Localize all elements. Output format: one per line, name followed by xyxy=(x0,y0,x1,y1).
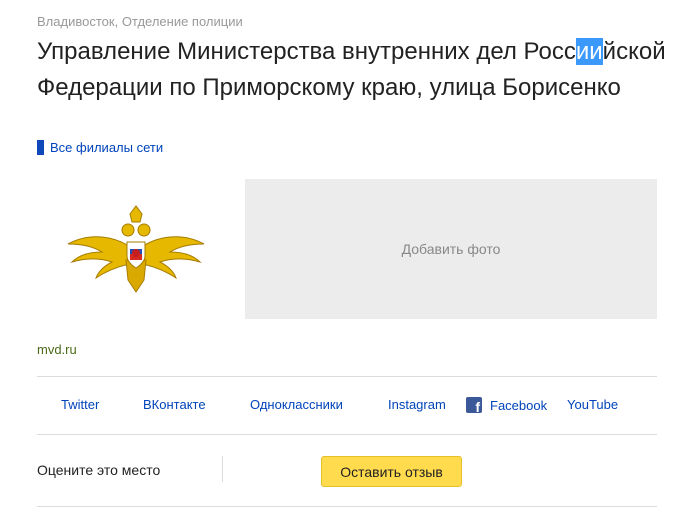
divider-top xyxy=(37,376,657,377)
breadcrumb-city[interactable]: Владивосток xyxy=(37,14,115,29)
social-link-twitter[interactable]: Twitter xyxy=(61,397,99,412)
facebook-icon xyxy=(466,397,482,415)
all-branches-link[interactable]: Все филиалы сети xyxy=(50,140,163,155)
social-link-youtube[interactable]: YouTube xyxy=(567,397,618,412)
branches-marker-icon xyxy=(37,140,44,155)
social-links-row: Twitter ВКонтакте Одноклассники Instagra… xyxy=(0,397,689,417)
social-link-instagram[interactable]: Instagram xyxy=(388,397,446,412)
social-link-vkontakte[interactable]: ВКонтакте xyxy=(143,397,206,412)
title-selected-text: ии xyxy=(575,38,603,65)
organization-logo xyxy=(60,200,212,296)
add-photo-label: Добавить фото xyxy=(401,241,501,257)
divider-middle xyxy=(37,434,657,435)
website-link[interactable]: mvd.ru xyxy=(37,342,77,357)
social-link-facebook[interactable]: Facebook xyxy=(466,397,548,415)
all-branches-link-row[interactable]: Все филиалы сети xyxy=(37,140,163,155)
rate-place-label: Оцените это место xyxy=(37,462,161,478)
social-link-odnoklassniki[interactable]: Одноклассники xyxy=(250,397,343,412)
breadcrumb-category[interactable]: Отделение полиции xyxy=(122,14,243,29)
eagle-emblem-icon xyxy=(67,205,205,293)
divider-bottom xyxy=(37,506,657,507)
breadcrumb-separator: , xyxy=(114,14,119,29)
rating-separator xyxy=(222,456,223,482)
add-photo-button[interactable]: Добавить фото xyxy=(245,179,657,319)
page-title: Управление Министерства внутренних дел Р… xyxy=(37,34,677,106)
breadcrumb: Владивосток, Отделение полиции xyxy=(37,14,243,29)
leave-review-button[interactable]: Оставить отзыв xyxy=(321,456,462,487)
title-text-start: Управление Министерства внутренних дел Р… xyxy=(37,38,576,65)
facebook-label: Facebook xyxy=(490,397,548,413)
